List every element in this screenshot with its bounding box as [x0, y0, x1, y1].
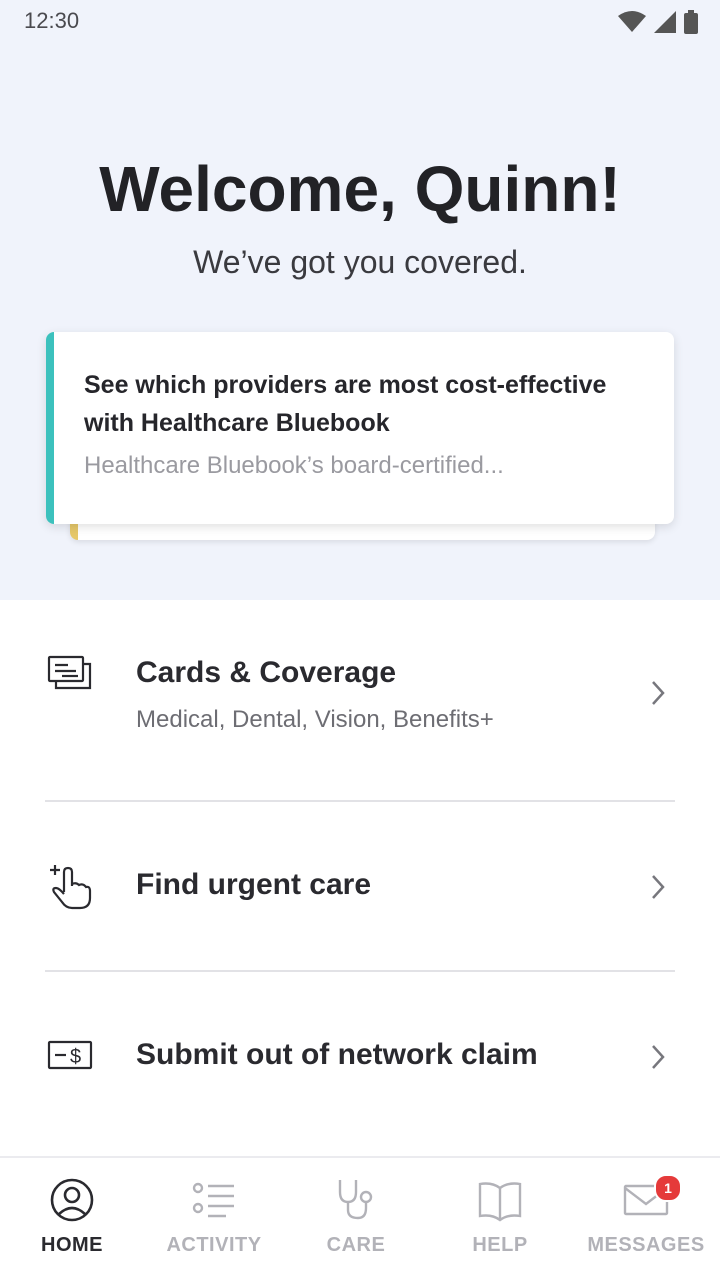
nav-label: MESSAGES: [587, 1234, 705, 1256]
nav-label: ACTIVITY: [166, 1234, 262, 1256]
status-bar: 12:30: [0, 0, 720, 44]
chevron-right-icon: [652, 875, 665, 899]
nav-messages[interactable]: MESSAGES: [574, 1158, 718, 1282]
person-circle-icon: [50, 1178, 94, 1222]
signal-icon: [654, 11, 676, 33]
promo-card-title: See which providers are most cost-effect…: [84, 371, 607, 437]
book-icon: [478, 1182, 522, 1222]
id-cards-icon: [47, 655, 92, 690]
list-icon: [192, 1182, 234, 1218]
menu-item-find-urgent-care[interactable]: Find urgent care: [0, 802, 720, 970]
status-icons: [618, 10, 698, 34]
nav-label: CARE: [326, 1234, 386, 1256]
nav-label: HELP: [472, 1234, 528, 1256]
menu-item-title: Submit out of network claim: [136, 1038, 538, 1071]
promo-card-body: Healthcare Bluebook’s board-certified...: [84, 452, 504, 479]
wifi-icon: [618, 11, 646, 32]
claim-money-icon: $: [47, 1040, 93, 1070]
welcome-subtitle: We’ve got you covered.: [193, 244, 527, 280]
menu-item-subtitle: Medical, Dental, Vision, Benefits+: [136, 706, 494, 733]
status-time: 12:30: [24, 8, 80, 33]
messages-badge: 1: [654, 1174, 682, 1202]
nav-label: HOME: [41, 1234, 103, 1256]
menu-item-submit-claim[interactable]: $ Submit out of network claim: [0, 972, 720, 1156]
bottom-nav: HOME ACTIVITY CARE HELP MESSAGES: [0, 1156, 720, 1282]
urgent-care-hand-icon: [50, 865, 92, 910]
chevron-right-icon: [652, 1045, 665, 1069]
menu-item-cards-coverage[interactable]: Cards & Coverage Medical, Dental, Vision…: [0, 600, 720, 800]
menu-item-title: Find urgent care: [136, 868, 372, 901]
menu-item-title: Cards & Coverage: [136, 656, 397, 689]
promo-card[interactable]: See which providers are most cost-effect…: [46, 332, 674, 524]
promo-card-accent: [46, 332, 54, 524]
battery-icon: [684, 10, 698, 34]
stethoscope-icon: [338, 1180, 373, 1220]
nav-help[interactable]: HELP: [428, 1158, 572, 1282]
chevron-right-icon: [652, 681, 665, 705]
nav-home[interactable]: HOME: [0, 1158, 144, 1282]
nav-activity[interactable]: ACTIVITY: [142, 1158, 286, 1282]
svg-text:$: $: [70, 1046, 81, 1068]
nav-care[interactable]: CARE: [284, 1158, 428, 1282]
welcome-title: Welcome, Quinn!: [99, 153, 621, 225]
